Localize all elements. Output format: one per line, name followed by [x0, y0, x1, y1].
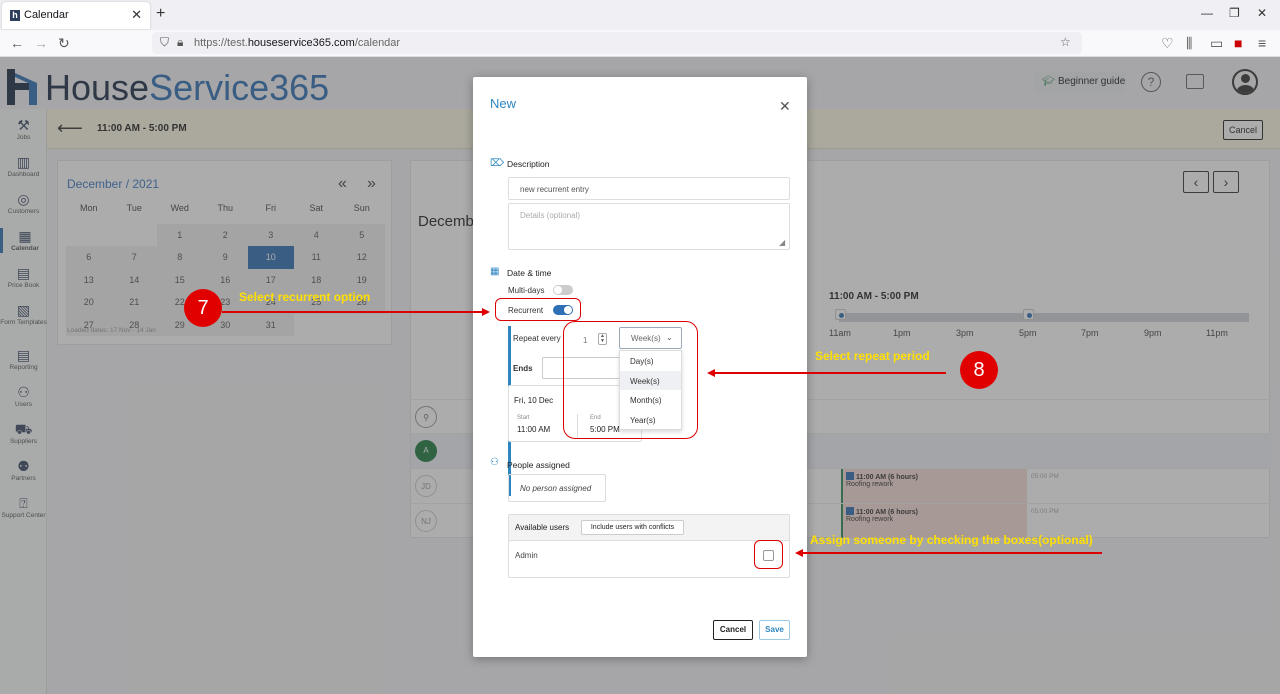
description-label: Description	[507, 159, 550, 169]
browser-tab[interactable]: h Calendar ✕	[2, 2, 150, 29]
minimize-icon[interactable]: —	[1201, 6, 1213, 20]
details-textarea[interactable]: Details (optional)	[508, 203, 790, 250]
url-bar[interactable]: ⛉ 🔒︎ https://test.houseservice365.com/ca…	[152, 32, 1082, 54]
pocket-icon[interactable]: ♡	[1161, 35, 1174, 52]
step-7-arrowhead	[482, 308, 490, 316]
tag-icon: ⌦	[490, 158, 505, 169]
restore-icon[interactable]: ❐	[1229, 6, 1240, 20]
lock-icon: 🔒︎	[177, 35, 184, 49]
close-icon[interactable]: ✕	[779, 98, 791, 115]
resize-handle-icon[interactable]: ◢	[779, 238, 785, 247]
browser-nav-bar: ← → ↻ ⛉ 🔒︎ https://test.houseservice365.…	[0, 30, 1280, 57]
person-icon: ⚇	[490, 457, 499, 468]
user-name: Admin	[515, 551, 538, 560]
start-label: Start	[517, 415, 530, 421]
people-assigned-label: People assigned	[507, 460, 570, 470]
date-value: Fri, 10 Dec	[514, 396, 554, 405]
save-button[interactable]: Save	[759, 620, 790, 640]
datetime-label: Date & time	[507, 268, 552, 278]
available-users-title: Available users	[515, 523, 570, 532]
step-8-arrow	[714, 372, 946, 374]
multidays-toggle[interactable]	[553, 285, 573, 295]
close-window-icon[interactable]: ✕	[1257, 6, 1267, 20]
checkbox-highlight	[754, 540, 783, 569]
repeat-every-label: Repeat every	[513, 334, 561, 343]
include-conflicts-button[interactable]: Include users with conflicts	[581, 520, 684, 535]
step-8-badge: 8	[960, 351, 998, 389]
available-users-header: Available users Include users with confl…	[509, 515, 789, 541]
step-7-badge: 7	[184, 289, 222, 327]
assign-arrow	[802, 552, 1102, 554]
library-icon[interactable]: ⫼	[1186, 35, 1192, 52]
close-tab-icon[interactable]: ✕	[131, 7, 142, 23]
new-tab-icon[interactable]: +	[156, 5, 165, 23]
cancel-button[interactable]: Cancel	[713, 620, 753, 640]
dialog-title: New	[490, 96, 517, 111]
calendar-icon: ▦	[490, 266, 500, 277]
browser-tab-bar: h Calendar ✕ + — ❐ ✕	[0, 0, 1280, 30]
url-text: https://test.houseservice365.com/calenda…	[194, 37, 401, 49]
assign-text: Assign someone by checking the boxes(opt…	[810, 533, 1093, 547]
reader-icon[interactable]: ▭	[1210, 35, 1223, 52]
back-icon[interactable]: ←	[10, 35, 24, 51]
bookmark-star-icon[interactable]: ☆	[1060, 35, 1071, 49]
tab-title: Calendar	[24, 9, 69, 21]
shield-icon: ⛉	[160, 35, 170, 49]
extension-icon[interactable]: ■	[1234, 35, 1242, 51]
step-7-arrow	[222, 311, 484, 313]
no-person-assigned: No person assigned	[508, 474, 606, 502]
available-users-panel: Available users Include users with confl…	[508, 514, 790, 578]
ends-label: Ends	[513, 364, 533, 373]
reload-icon[interactable]: ↻	[58, 35, 70, 52]
description-input[interactable]: new recurrent entry	[508, 177, 790, 200]
favicon-icon: h	[10, 10, 20, 21]
period-highlight	[563, 321, 698, 439]
multidays-label: Multi-days	[508, 286, 545, 295]
recurrent-highlight	[495, 298, 581, 321]
start-value[interactable]: 11:00 AM	[517, 425, 550, 434]
assign-arrowhead	[795, 549, 803, 557]
step-8-arrowhead	[707, 369, 715, 377]
step-7-text: Select recurrent option	[239, 290, 371, 304]
step-8-text: Select repeat period	[815, 349, 930, 363]
forward-icon[interactable]: →	[34, 35, 48, 51]
menu-icon[interactable]: ≡	[1258, 35, 1266, 51]
